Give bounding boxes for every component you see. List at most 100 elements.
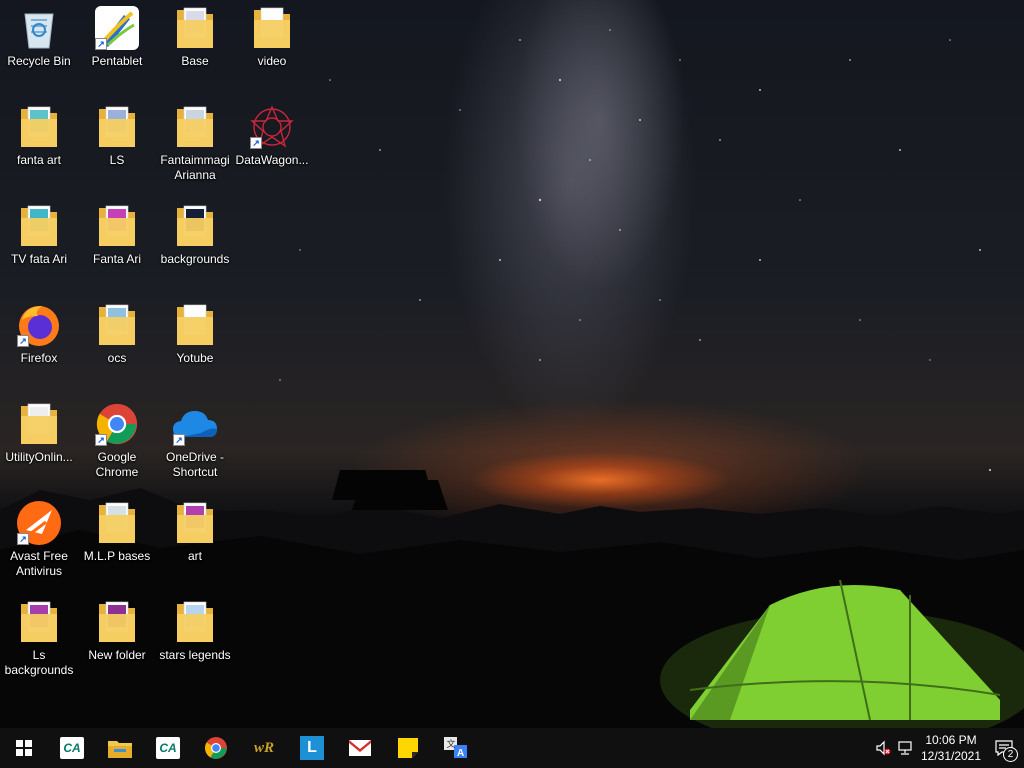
l-app-icon: L: [300, 736, 324, 760]
folder-icon: [171, 598, 219, 646]
taskbar-translate[interactable]: 文 A: [432, 728, 480, 768]
desktop-icon-avast-free-antivirus[interactable]: ↗ Avast Free Antivirus: [0, 495, 78, 587]
desktop-icon-firefox[interactable]: ↗ Firefox: [0, 297, 78, 389]
desktop-icon-label: Ls backgrounds: [4, 648, 74, 677]
desktop-icon-label: Fantaimmagi Arianna: [160, 153, 230, 182]
translate-icon: 文 A: [444, 737, 467, 759]
desktop-icon-fanta-art[interactable]: fanta art: [0, 99, 78, 191]
volume-muted-icon[interactable]: [872, 728, 894, 768]
desktop-icon-label: Avast Free Antivirus: [10, 549, 68, 578]
shortcut-arrow-icon: ↗: [95, 38, 107, 50]
taskbar-wr-app[interactable]: wR: [240, 728, 288, 768]
desktop-icon-label: Yotube: [176, 351, 214, 365]
desktop-icon-label: ocs: [107, 351, 127, 365]
folder-icon: [93, 499, 141, 547]
desktop-icon-ocs[interactable]: ocs: [78, 297, 156, 389]
desktop-icon-label: video: [257, 54, 287, 68]
desktop-icon-recycle-bin[interactable]: Recycle Bin: [0, 0, 78, 92]
avast-icon: ↗: [15, 499, 63, 547]
folder-icon: [15, 400, 63, 448]
desktop-icon-yotube[interactable]: Yotube: [156, 297, 234, 389]
desktop-icon-label: stars legends: [159, 648, 231, 662]
desktop-icon-label: Base: [181, 54, 209, 68]
folder-icon: [93, 202, 141, 250]
datawagon-icon: ↗: [248, 103, 296, 151]
desktop-icon-stars-legends[interactable]: stars legends: [156, 594, 234, 686]
chrome-icon: ↗: [93, 400, 141, 448]
svg-text:文: 文: [447, 738, 456, 750]
desktop-icon-label: LS: [109, 153, 125, 167]
taskbar-file-explorer[interactable]: [96, 728, 144, 768]
folder-icon: [15, 202, 63, 250]
sticky-notes-icon: [398, 738, 418, 758]
desktop-icon-onedrive-shortcut[interactable]: ↗ OneDrive - Shortcut: [156, 396, 234, 488]
desktop-icon-ls-backgrounds[interactable]: Ls backgrounds: [0, 594, 78, 686]
desktop-icon-label: Firefox: [20, 351, 58, 365]
taskbar-credit-agricole-1[interactable]: CA: [48, 728, 96, 768]
taskbar: CA CA wR L 文 A 10:06 PM 12/31/2021 2: [0, 728, 1024, 768]
desktop-icon-label: New folder: [88, 648, 146, 662]
taskbar-gmail[interactable]: [336, 728, 384, 768]
clock-date: 12/31/2021: [920, 749, 982, 763]
desktop-icon-label: M.L.P bases: [83, 549, 151, 563]
folder-icon: [171, 301, 219, 349]
folder-icon: [171, 4, 219, 52]
desktop-icon-label: Google Chrome: [95, 450, 139, 479]
desktop-icon-m-l-p-bases[interactable]: M.L.P bases: [78, 495, 156, 587]
wr-icon: wR: [253, 739, 274, 756]
desktop-icon-art[interactable]: art: [156, 495, 234, 587]
start-button[interactable]: [0, 728, 48, 768]
desktop-icon-label: art: [187, 549, 202, 563]
shortcut-arrow-icon: ↗: [95, 434, 107, 446]
system-tray: 10:06 PM 12/31/2021 2: [872, 728, 1024, 768]
desktop-icon-new-folder[interactable]: New folder: [78, 594, 156, 686]
recycle-bin-icon: [15, 4, 63, 52]
desktop-icon-label: TV fata Ari: [10, 252, 68, 266]
tent-illustration: [660, 579, 1024, 728]
desktop-icon-fanta-ari[interactable]: Fanta Ari: [78, 198, 156, 290]
shortcut-arrow-icon: ↗: [17, 335, 29, 347]
taskbar-sticky-notes[interactable]: [384, 728, 432, 768]
onedrive-icon: ↗: [171, 400, 219, 448]
shortcut-arrow-icon: ↗: [17, 533, 29, 545]
windows-logo-icon: [16, 740, 32, 756]
folder-icon: [93, 301, 141, 349]
folder-icon: [248, 4, 296, 52]
desktop-icon-utilityonlin[interactable]: UtilityOnlin...: [0, 396, 78, 488]
desktop-icon-video[interactable]: video: [233, 0, 311, 92]
desktop-icon-google-chrome[interactable]: ↗ Google Chrome: [78, 396, 156, 488]
folder-icon: [93, 598, 141, 646]
folder-icon: [171, 103, 219, 151]
network-icon[interactable]: [894, 728, 918, 768]
desktop-icon-label: UtilityOnlin...: [5, 450, 73, 464]
taskbar-chrome[interactable]: [192, 728, 240, 768]
desktop-icon-label: Fanta Ari: [92, 252, 142, 266]
desktop-icon-datawagon[interactable]: ↗ DataWagon...: [233, 99, 311, 191]
clock-time: 10:06 PM: [925, 733, 977, 747]
file-explorer-icon: [108, 741, 132, 758]
desktop-icon-label: Pentablet: [91, 54, 143, 68]
folder-icon: [93, 103, 141, 151]
credit-agricole-icon: CA: [156, 737, 180, 759]
taskbar-clock[interactable]: 10:06 PM 12/31/2021: [918, 732, 984, 764]
gmail-icon: [349, 740, 371, 756]
pentablet-icon: ↗: [93, 4, 141, 52]
desktop-icon-base[interactable]: Base: [156, 0, 234, 92]
desktop-icon-label: Recycle Bin: [7, 54, 71, 68]
taskbar-l-app[interactable]: L: [288, 728, 336, 768]
desktop-icon-tv-fata-ari[interactable]: TV fata Ari: [0, 198, 78, 290]
desktop-icon-ls[interactable]: LS: [78, 99, 156, 191]
credit-agricole-icon: CA: [60, 737, 84, 759]
desktop-icon-backgrounds[interactable]: backgrounds: [156, 198, 234, 290]
taskbar-credit-agricole-2[interactable]: CA: [144, 728, 192, 768]
svg-text:A: A: [457, 748, 464, 759]
chrome-icon: [205, 737, 227, 759]
folder-icon: [171, 202, 219, 250]
folder-icon: [15, 598, 63, 646]
firefox-icon: ↗: [15, 301, 63, 349]
desktop-icon-label: backgrounds: [160, 252, 230, 266]
desktop-icon-fantaimmagi-arianna[interactable]: Fantaimmagi Arianna: [156, 99, 234, 191]
desktop-icon-pentablet[interactable]: ↗ Pentablet: [78, 0, 156, 92]
desktop-icon-label: OneDrive - Shortcut: [165, 450, 224, 479]
action-center-button[interactable]: 2: [984, 728, 1024, 768]
